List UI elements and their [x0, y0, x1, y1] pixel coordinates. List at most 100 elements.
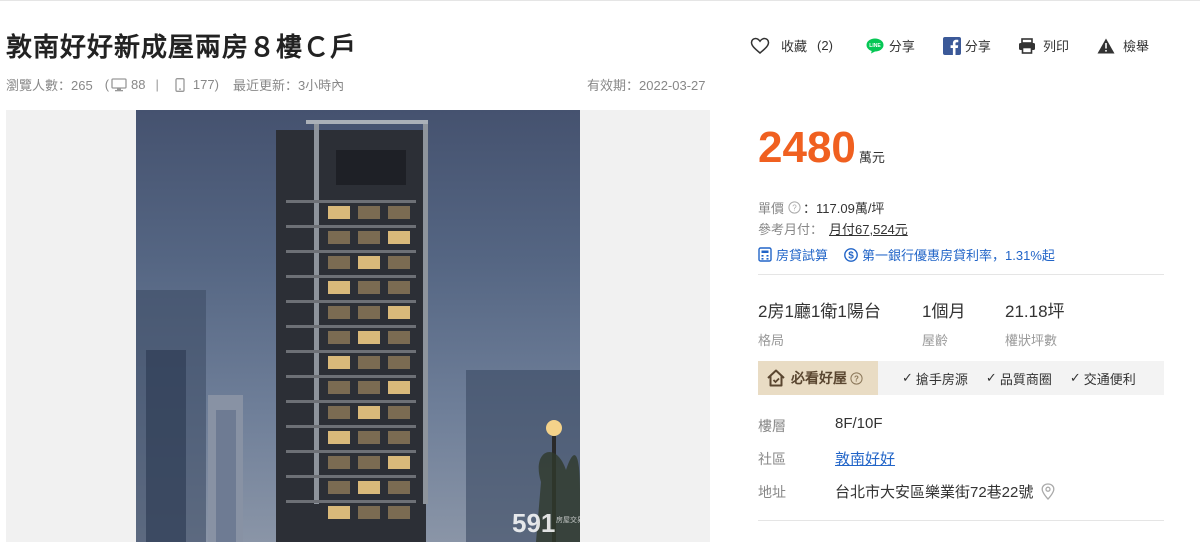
must-see-label: 必看好屋	[791, 370, 847, 386]
building-illustration: 591 房屋交易	[136, 120, 580, 542]
photo-gallery[interactable]: 591 房屋交易	[6, 110, 710, 542]
action-bar: 收藏 (2) LINE 分享 分享 列印 檢舉	[750, 36, 1149, 55]
floor-value: 8F/10F	[835, 415, 883, 432]
lit-window	[388, 381, 410, 394]
watermark-text: 房屋交易	[556, 515, 580, 524]
mobile-icon	[175, 77, 185, 92]
lit-window	[358, 256, 380, 269]
watermark-number: 591	[512, 508, 555, 538]
facebook-icon	[942, 36, 961, 55]
lit-window	[358, 306, 380, 319]
community-link[interactable]: 敦南好好	[835, 448, 895, 469]
area-value: 21.18坪	[1005, 302, 1065, 321]
lit-window	[328, 506, 350, 519]
line-share-button[interactable]: LINE 分享	[866, 36, 915, 55]
svg-text:?: ?	[792, 204, 797, 213]
map-pin-icon[interactable]	[1041, 483, 1055, 500]
lit-window	[388, 506, 410, 519]
section-divider	[758, 274, 1164, 275]
floor-slab	[286, 500, 416, 503]
floor-slab	[286, 275, 416, 278]
must-see-bar: 必看好屋 ? ✓ 搶手房源 ✓ 品質商圈 ✓ 交通便利	[758, 361, 1164, 395]
lit-window	[358, 481, 380, 494]
lit-window	[388, 256, 410, 269]
facebook-share-button[interactable]: 分享	[942, 36, 991, 55]
finance-links: 房貸試算 $ 第一銀行優惠房貸利率，1.31%起	[758, 245, 1055, 264]
floor-slab	[286, 225, 416, 228]
monthly-payment-row: 參考月付： 月付67,524元	[758, 219, 908, 238]
lit-window	[328, 231, 350, 244]
floor-slab	[286, 350, 416, 353]
lit-window	[358, 231, 380, 244]
desktop-open-paren: (	[104, 77, 110, 92]
facebook-share-label: 分享	[964, 39, 991, 54]
lit-window	[388, 406, 410, 419]
bottom-divider	[758, 520, 1164, 521]
address-row: 台北市大安區樂業街72巷22號	[835, 481, 1055, 502]
desktop-icon	[111, 77, 127, 91]
monthly-payment-link[interactable]: 月付67,524元	[829, 219, 908, 238]
lit-window	[328, 406, 350, 419]
lit-window	[358, 331, 380, 344]
building-photo[interactable]: 591 房屋交易	[136, 110, 580, 542]
layout-label: 格局	[758, 333, 785, 348]
check-item-transport: ✓ 交通便利	[1070, 369, 1136, 388]
favorite-label: 收藏	[781, 39, 808, 54]
lit-window	[388, 206, 410, 219]
mortgage-calculator-link[interactable]: 房貸試算	[758, 245, 828, 264]
monthly-label: 參考月付：	[758, 222, 824, 237]
page-title: 敦南好好新成屋兩房８樓Ｃ戶	[6, 32, 358, 62]
mortgage-calculator-label: 房貸試算	[776, 248, 829, 263]
price-block: 2480 萬元	[758, 124, 885, 172]
check-label: 搶手房源	[915, 371, 968, 387]
floor-slab	[286, 475, 416, 478]
bank-offer-label: 第一銀行優惠房貸利率，1.31%起	[862, 248, 1055, 263]
check-icon: ✓	[985, 370, 997, 385]
svg-text:?: ?	[854, 374, 859, 383]
price-value: 2480	[758, 123, 856, 172]
lit-window	[328, 481, 350, 494]
floor-slab	[286, 425, 416, 428]
check-item-popular: ✓ 搶手房源	[902, 369, 968, 388]
printer-icon	[1018, 37, 1035, 54]
age-value: 1個月	[922, 302, 966, 321]
lit-window	[358, 356, 380, 369]
lit-window	[358, 206, 380, 219]
lit-window	[328, 206, 350, 219]
line-share-label: 分享	[888, 39, 915, 54]
address-label: 地址	[758, 484, 786, 500]
lit-window	[388, 331, 410, 344]
lit-window	[388, 481, 410, 494]
bank-offer-link[interactable]: $ 第一銀行優惠房貸利率，1.31%起	[844, 245, 1055, 264]
floor-slab	[286, 325, 416, 328]
lit-window	[388, 356, 410, 369]
svg-text:LINE: LINE	[869, 43, 881, 49]
last-updated: 最近更新：3小時內	[232, 78, 345, 93]
listing-stats: 瀏覽人數：265 ( 88 | 177) 最近更新：3小時內	[6, 75, 344, 94]
print-button[interactable]: 列印	[1018, 36, 1069, 55]
dollar-icon: $	[844, 247, 858, 262]
top-divider	[0, 0, 1200, 1]
lit-window	[328, 356, 350, 369]
lit-window	[358, 281, 380, 294]
floor-slab	[286, 300, 416, 303]
check-label: 交通便利	[1083, 371, 1136, 387]
lit-window	[358, 381, 380, 394]
lit-window	[358, 406, 380, 419]
check-item-quality: ✓ 品質商圈	[986, 369, 1052, 388]
desktop-views: 88	[131, 77, 146, 92]
favorite-button[interactable]: 收藏 (2)	[750, 36, 833, 55]
community-label: 社區	[758, 451, 786, 467]
help-icon[interactable]: ?	[788, 201, 801, 214]
mobile-views: 177)	[192, 77, 219, 92]
help-icon: ?	[850, 371, 863, 385]
report-button[interactable]: 檢舉	[1097, 36, 1149, 55]
lit-window	[328, 281, 350, 294]
must-see-tag[interactable]: 必看好屋 ?	[758, 361, 878, 395]
lit-window	[358, 456, 380, 469]
lit-window	[328, 331, 350, 344]
calculator-icon	[758, 247, 772, 262]
svg-text:$: $	[848, 250, 854, 261]
floor-slab	[286, 250, 416, 253]
floor-slab	[286, 375, 416, 378]
